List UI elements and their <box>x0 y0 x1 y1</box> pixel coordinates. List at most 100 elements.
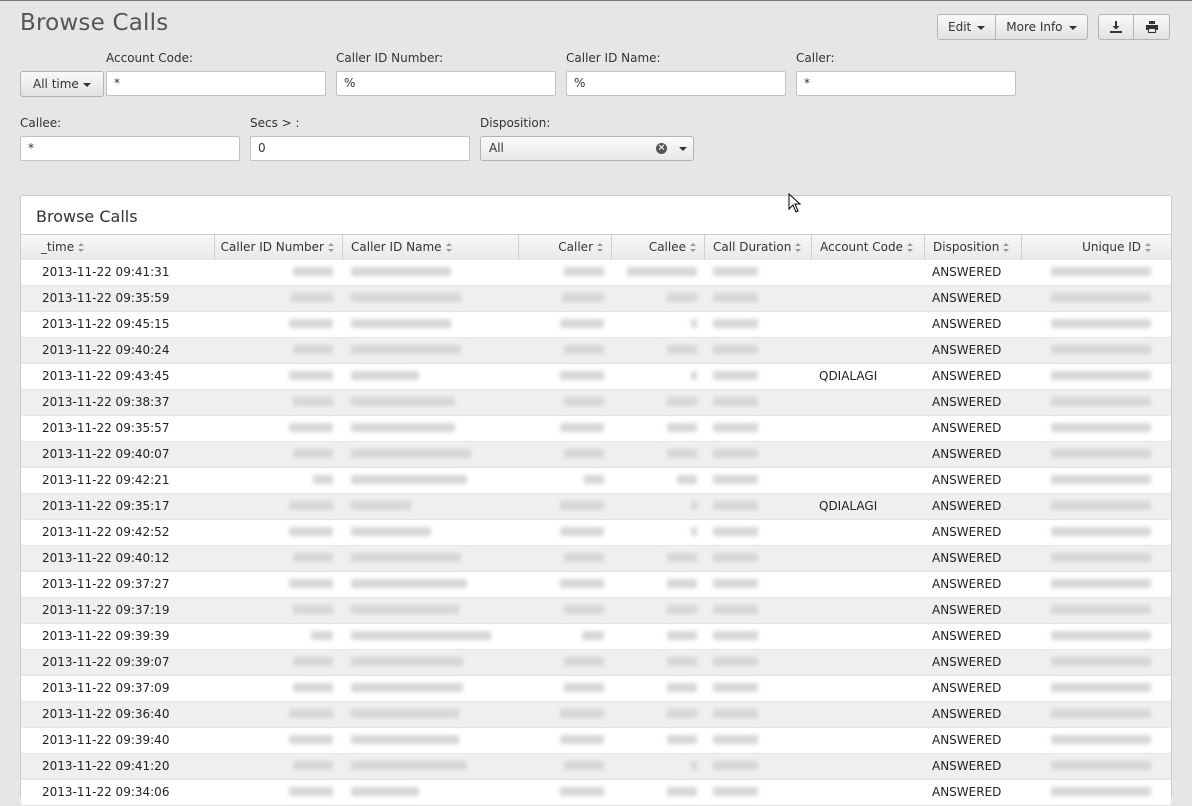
cell-time: 2013-11-22 09:42:52 <box>42 525 170 539</box>
cell-callee-redacted <box>677 475 697 484</box>
table-row[interactable]: 2013-11-22 09:41:31 ANSWERED <box>21 260 1171 286</box>
table-row[interactable]: 2013-11-22 09:34:06 ANSWERED <box>21 780 1171 806</box>
print-button[interactable] <box>1134 14 1170 40</box>
cell-caller-redacted <box>564 397 604 406</box>
chevron-down-icon <box>82 82 91 87</box>
chevron-down-icon[interactable] <box>679 146 687 151</box>
table-row[interactable]: 2013-11-22 09:38:37 ANSWERED <box>21 390 1171 416</box>
edit-button[interactable]: Edit <box>937 14 997 40</box>
caller-input[interactable]: * <box>796 71 1016 96</box>
column-header-time[interactable]: _time <box>21 235 215 260</box>
table-row[interactable]: 2013-11-22 09:39:39 ANSWERED <box>21 624 1171 650</box>
cell-call-duration-redacted <box>713 657 758 666</box>
table-row[interactable]: 2013-11-22 09:42:21 ANSWERED <box>21 468 1171 494</box>
cell-account-code: QDIALAGI <box>819 369 878 383</box>
cell-time: 2013-11-22 09:41:20 <box>42 759 170 773</box>
column-label: Callee <box>648 240 686 254</box>
table-row[interactable]: 2013-11-22 09:36:40 ANSWERED <box>21 702 1171 728</box>
cell-unique-id-redacted <box>1051 631 1151 640</box>
cell-time: 2013-11-22 09:34:06 <box>42 785 170 799</box>
cell-caller-redacted <box>560 787 604 796</box>
sort-icon <box>1003 243 1010 252</box>
cell-call-duration-redacted <box>713 397 758 406</box>
callee-label: Callee: <box>20 116 62 130</box>
column-header-unique-id[interactable]: Unique ID <box>1022 235 1171 260</box>
cell-caller-redacted <box>560 709 604 718</box>
cell-unique-id-redacted <box>1051 683 1151 692</box>
cell-call-duration-redacted <box>713 579 758 588</box>
cell-caller-id-number-redacted <box>289 709 333 718</box>
table-row[interactable]: 2013-11-22 09:42:52 ANSWERED <box>21 520 1171 546</box>
secs-input[interactable]: 0 <box>250 136 470 161</box>
cell-unique-id-redacted <box>1051 423 1151 432</box>
export-button[interactable] <box>1098 14 1134 40</box>
disposition-select[interactable]: All × <box>480 136 694 161</box>
table-row[interactable]: 2013-11-22 09:35:59 ANSWERED <box>21 286 1171 312</box>
table-row[interactable]: 2013-11-22 09:37:27 ANSWERED <box>21 572 1171 598</box>
export-print-group <box>1098 14 1170 40</box>
cell-caller-id-name-redacted <box>351 605 459 614</box>
column-header-caller[interactable]: Caller <box>519 235 612 260</box>
cell-callee-redacted <box>691 501 697 510</box>
column-header-callee[interactable]: Callee <box>612 235 705 260</box>
account-code-input[interactable]: * <box>106 71 326 96</box>
table-row[interactable]: 2013-11-22 09:40:07 ANSWERED <box>21 442 1171 468</box>
cell-disposition: ANSWERED <box>932 733 1002 747</box>
cell-caller-redacted <box>564 605 604 614</box>
cell-call-duration-redacted <box>713 423 758 432</box>
cell-call-duration-redacted <box>713 709 758 718</box>
cell-disposition: ANSWERED <box>932 785 1002 799</box>
cell-time: 2013-11-22 09:37:09 <box>42 681 170 695</box>
column-header-caller-id-number[interactable]: Caller ID Number <box>215 235 343 260</box>
table-row[interactable]: 2013-11-22 09:39:07 ANSWERED <box>21 650 1171 676</box>
table-row[interactable]: 2013-11-22 09:45:15 ANSWERED <box>21 312 1171 338</box>
cell-caller-redacted <box>560 371 604 380</box>
cell-time: 2013-11-22 09:41:31 <box>42 265 170 279</box>
more-info-button[interactable]: More Info <box>996 14 1088 40</box>
cell-unique-id-redacted <box>1051 605 1151 614</box>
callee-input[interactable]: * <box>20 136 240 161</box>
cell-caller-id-number-redacted <box>293 683 333 692</box>
cell-caller-id-number-redacted <box>293 345 333 354</box>
cell-unique-id-redacted <box>1051 657 1151 666</box>
top-border <box>0 0 1192 1</box>
cell-caller-id-number-redacted <box>293 761 333 770</box>
cell-caller-id-name-redacted <box>351 449 471 458</box>
column-header-caller-id-name[interactable]: Caller ID Name <box>343 235 519 260</box>
column-header-call-duration[interactable]: Call Duration <box>705 235 812 260</box>
time-range-picker[interactable]: All time <box>20 71 104 97</box>
cell-disposition: ANSWERED <box>932 421 1002 435</box>
cell-caller-id-number-redacted <box>289 319 333 328</box>
cell-call-duration-redacted <box>713 553 758 562</box>
table-row[interactable]: 2013-11-22 09:40:24 ANSWERED <box>21 338 1171 364</box>
table-row[interactable]: 2013-11-22 09:41:20 ANSWERED <box>21 754 1171 780</box>
cell-callee-redacted <box>691 319 697 328</box>
table-row[interactable]: 2013-11-22 09:37:09 ANSWERED <box>21 676 1171 702</box>
cell-disposition: ANSWERED <box>932 447 1002 461</box>
cell-caller-redacted <box>564 267 604 276</box>
disposition-value: All <box>489 141 504 155</box>
edit-label: Edit <box>948 20 972 34</box>
cell-disposition: ANSWERED <box>932 759 1002 773</box>
column-header-account-code[interactable]: Account Code <box>812 235 925 260</box>
table-row[interactable]: 2013-11-22 09:43:45 QDIALAGI ANSWERED <box>21 364 1171 390</box>
caller-id-name-input[interactable]: % <box>566 71 786 96</box>
cell-caller-id-name-redacted <box>351 709 459 718</box>
table-row[interactable]: 2013-11-22 09:35:17 QDIALAGI ANSWERED <box>21 494 1171 520</box>
cell-caller-id-name-redacted <box>351 319 451 328</box>
cell-time: 2013-11-22 09:42:21 <box>42 473 170 487</box>
cell-caller-redacted <box>564 553 604 562</box>
cell-disposition: ANSWERED <box>932 317 1002 331</box>
table-row[interactable]: 2013-11-22 09:37:19 ANSWERED <box>21 598 1171 624</box>
cell-time: 2013-11-22 09:38:37 <box>42 395 170 409</box>
column-header-disposition[interactable]: Disposition <box>925 235 1022 260</box>
cell-disposition: ANSWERED <box>932 369 1002 383</box>
table-row[interactable]: 2013-11-22 09:39:40 ANSWERED <box>21 728 1171 754</box>
caller-id-number-input[interactable]: % <box>336 71 556 96</box>
clear-icon[interactable]: × <box>656 143 667 154</box>
cell-callee-redacted <box>627 267 697 276</box>
print-icon <box>1145 21 1158 33</box>
cell-caller-id-number-redacted <box>313 475 333 484</box>
table-row[interactable]: 2013-11-22 09:40:12 ANSWERED <box>21 546 1171 572</box>
table-row[interactable]: 2013-11-22 09:35:57 ANSWERED <box>21 416 1171 442</box>
